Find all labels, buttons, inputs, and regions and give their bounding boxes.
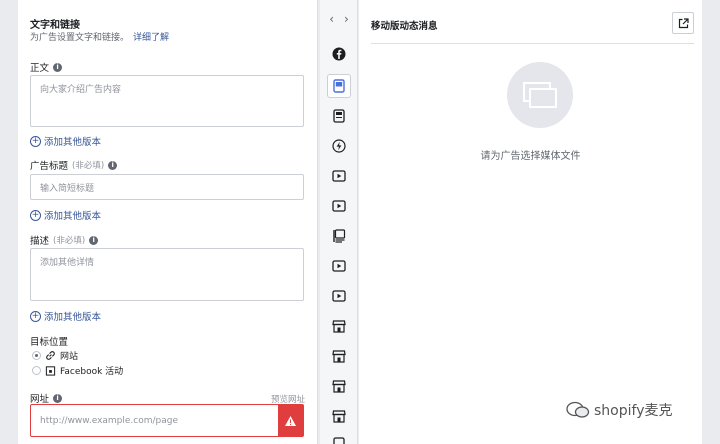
watermark-text: shopify麦克: [594, 403, 673, 419]
right-column-icon[interactable]: [327, 224, 351, 248]
chevron-left-icon[interactable]: ‹: [329, 12, 334, 26]
learn-more-link[interactable]: 详细了解: [133, 33, 169, 43]
partial-icon[interactable]: [327, 430, 351, 444]
open-external-button[interactable]: [672, 12, 694, 34]
chevron-right-icon[interactable]: ›: [344, 12, 349, 26]
add-version-label: 添加其他版本: [44, 211, 102, 222]
url-placeholder: http://www.example.com/page: [40, 416, 179, 426]
facebook-icon[interactable]: [327, 42, 351, 66]
story-icon[interactable]: [327, 104, 351, 128]
add-body-version-button[interactable]: + 添加其他版本: [30, 134, 101, 148]
info-icon[interactable]: i: [53, 393, 63, 403]
plus-circle-icon: +: [30, 135, 41, 147]
subtitle-text: 为广告设置文字和链接。: [30, 33, 130, 43]
info-icon[interactable]: i: [53, 62, 63, 72]
body-label-text: 正文: [30, 63, 50, 74]
watermark: shopify麦克: [566, 400, 672, 420]
description-optional: (非必填): [53, 236, 86, 246]
instant-article-icon[interactable]: [327, 134, 351, 158]
destination-facebook-option[interactable]: Facebook 活动: [32, 364, 123, 377]
body-textarea[interactable]: 向大家介绍广告内容: [30, 75, 304, 127]
marketplace-icon-3[interactable]: [327, 374, 351, 398]
add-description-version-button[interactable]: + 添加其他版本: [30, 309, 101, 323]
calendar-icon: [45, 366, 56, 376]
info-icon[interactable]: i: [89, 235, 99, 245]
in-stream-video-icon[interactable]: [327, 254, 351, 278]
info-icon[interactable]: i: [108, 160, 118, 170]
facebook-event-label: Facebook 活动: [60, 367, 124, 377]
headline-optional: (非必填): [72, 161, 105, 171]
description-label-text: 描述: [30, 236, 50, 247]
divider: [371, 43, 694, 44]
marketplace-icon-4[interactable]: [327, 404, 351, 428]
plus-circle-icon: +: [30, 209, 41, 221]
url-label-text: 网址: [30, 394, 50, 405]
rail-arrows: ‹ ›: [320, 12, 358, 26]
external-link-icon: [678, 17, 689, 28]
headline-label-text: 广告标题: [30, 161, 69, 172]
website-label: 网站: [60, 352, 79, 362]
video-icon[interactable]: [327, 164, 351, 188]
destination-label: 目标位置: [30, 337, 69, 348]
suggested-video-icon[interactable]: [327, 284, 351, 308]
warning-icon: [278, 405, 303, 436]
video-feed-icon[interactable]: [327, 194, 351, 218]
add-headline-version-button[interactable]: + 添加其他版本: [30, 208, 101, 222]
body-label: 正文 i: [30, 60, 63, 74]
add-version-label: 添加其他版本: [44, 312, 102, 323]
media-prompt: 请为广告选择媒体文件: [480, 151, 581, 162]
destination-website-option[interactable]: 网站: [32, 349, 78, 362]
text-and-links-panel: 文字和链接 为广告设置文字和链接。 详细了解 正文 i 向大家介绍广告内容 + 添…: [18, 0, 318, 444]
media-placeholder-icon: [507, 62, 573, 128]
feed-icon[interactable]: [327, 74, 351, 98]
section-subtitle: 为广告设置文字和链接。 详细了解: [30, 30, 169, 43]
add-version-label: 添加其他版本: [44, 137, 102, 148]
radio-checked[interactable]: [32, 351, 41, 360]
marketplace-icon-2[interactable]: [327, 344, 351, 368]
url-input[interactable]: http://www.example.com/page: [30, 404, 304, 437]
placement-rail: ‹ ›: [320, 0, 358, 444]
section-title: 文字和链接: [30, 20, 80, 31]
link-icon: [46, 351, 55, 360]
preview-panel: 移动版动态消息 请为广告选择媒体文件: [359, 0, 702, 444]
url-label: 网址 i: [30, 391, 63, 405]
wechat-icon: [566, 401, 590, 418]
radio-unchecked[interactable]: [32, 366, 41, 375]
marketplace-icon[interactable]: [327, 314, 351, 338]
headline-input[interactable]: 输入简短标题: [30, 174, 304, 200]
description-textarea[interactable]: 添加其他详情: [30, 248, 304, 301]
preview-title: 移动版动态消息: [371, 21, 438, 32]
description-label: 描述 (非必填) i: [30, 233, 99, 247]
headline-label: 广告标题 (非必填) i: [30, 158, 118, 172]
plus-circle-icon: +: [30, 310, 41, 322]
